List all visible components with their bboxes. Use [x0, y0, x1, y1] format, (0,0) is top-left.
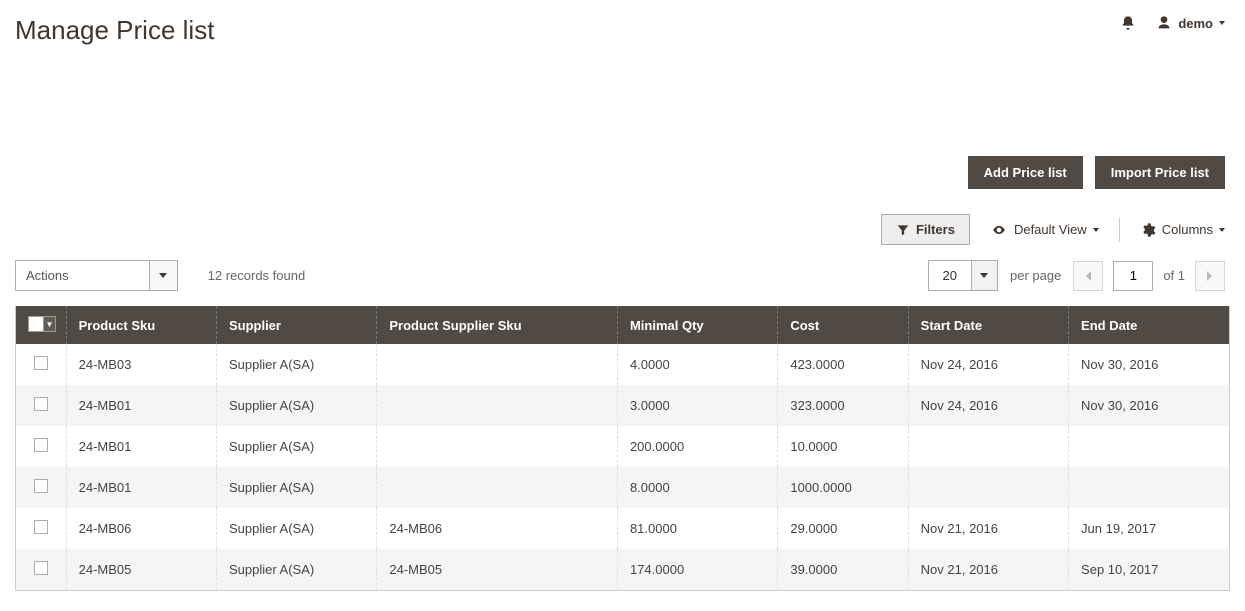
- column-header[interactable]: Start Date: [908, 306, 1068, 344]
- cell-psku: 24-MB05: [377, 549, 618, 590]
- filters-button[interactable]: Filters: [881, 214, 970, 245]
- notification-bell-icon[interactable]: [1120, 15, 1136, 31]
- row-checkbox[interactable]: [16, 426, 66, 467]
- cell-minqty: 4.0000: [617, 344, 777, 385]
- prev-page-button[interactable]: [1073, 261, 1103, 291]
- divider: [1119, 218, 1120, 242]
- next-page-button[interactable]: [1195, 261, 1225, 291]
- row-checkbox[interactable]: [16, 344, 66, 385]
- column-header[interactable]: Product Sku: [66, 306, 216, 344]
- user-icon: [1156, 15, 1172, 31]
- cell-cost: 39.0000: [778, 549, 908, 590]
- cell-cost: 10.0000: [778, 426, 908, 467]
- column-header[interactable]: Product Supplier Sku: [377, 306, 618, 344]
- row-checkbox[interactable]: [16, 385, 66, 426]
- cell-psku: [377, 467, 618, 508]
- cell-supplier: Supplier A(SA): [216, 467, 376, 508]
- funnel-icon: [896, 223, 910, 237]
- column-header[interactable]: Minimal Qty: [617, 306, 777, 344]
- row-checkbox[interactable]: [16, 467, 66, 508]
- chevron-down-icon: [149, 261, 177, 290]
- cell-cost: 323.0000: [778, 385, 908, 426]
- default-view-label: Default View: [1014, 222, 1087, 237]
- mass-actions-dropdown[interactable]: Actions: [15, 260, 178, 291]
- cell-start: Nov 24, 2016: [908, 385, 1068, 426]
- add-price-list-button[interactable]: Add Price list: [968, 156, 1083, 189]
- actions-label: Actions: [16, 261, 149, 290]
- table-row[interactable]: 24-MB06Supplier A(SA)24-MB0681.000029.00…: [16, 508, 1229, 549]
- cell-psku: [377, 385, 618, 426]
- gear-icon: [1140, 222, 1156, 238]
- page-of-label: of 1: [1163, 268, 1185, 283]
- cell-supplier: Supplier A(SA): [216, 426, 376, 467]
- column-header[interactable]: Supplier: [216, 306, 376, 344]
- cell-sku: 24-MB05: [66, 549, 216, 590]
- select-all-header[interactable]: ▼: [16, 306, 66, 344]
- row-checkbox[interactable]: [16, 508, 66, 549]
- page-input[interactable]: [1113, 261, 1153, 291]
- cell-end: Sep 10, 2017: [1069, 549, 1229, 590]
- cell-end: Nov 30, 2016: [1069, 385, 1229, 426]
- price-list-grid: ▼ Product Sku Supplier Product Supplier …: [15, 306, 1230, 591]
- table-row[interactable]: 24-MB03Supplier A(SA) 4.0000423.0000Nov 2…: [16, 344, 1229, 385]
- per-page-dropdown[interactable]: 20: [928, 260, 998, 291]
- cell-sku: 24-MB03: [66, 344, 216, 385]
- cell-psku: [377, 426, 618, 467]
- cell-start: [908, 426, 1068, 467]
- cell-supplier: Supplier A(SA): [216, 549, 376, 590]
- cell-start: Nov 24, 2016: [908, 344, 1068, 385]
- import-price-list-button[interactable]: Import Price list: [1095, 156, 1225, 189]
- cell-minqty: 174.0000: [617, 549, 777, 590]
- cell-supplier: Supplier A(SA): [216, 385, 376, 426]
- cell-minqty: 3.0000: [617, 385, 777, 426]
- table-row[interactable]: 24-MB01Supplier A(SA) 8.00001000.0000: [16, 467, 1229, 508]
- table-row[interactable]: 24-MB05Supplier A(SA)24-MB05174.000039.0…: [16, 549, 1229, 590]
- chevron-down-icon: [1093, 228, 1099, 232]
- cell-cost: 29.0000: [778, 508, 908, 549]
- cell-end: [1069, 426, 1229, 467]
- column-header[interactable]: Cost: [778, 306, 908, 344]
- columns-label: Columns: [1162, 222, 1213, 237]
- row-checkbox[interactable]: [16, 549, 66, 590]
- table-row[interactable]: 24-MB01Supplier A(SA) 3.0000323.0000Nov 2…: [16, 385, 1229, 426]
- column-header[interactable]: End Date: [1069, 306, 1229, 344]
- cell-minqty: 8.0000: [617, 467, 777, 508]
- default-view-dropdown[interactable]: Default View: [990, 222, 1099, 237]
- cell-supplier: Supplier A(SA): [216, 508, 376, 549]
- cell-start: [908, 467, 1068, 508]
- cell-sku: 24-MB01: [66, 426, 216, 467]
- cell-sku: 24-MB01: [66, 467, 216, 508]
- per-page-label: per page: [1010, 268, 1061, 283]
- cell-psku: [377, 344, 618, 385]
- records-found: 12 records found: [208, 268, 306, 283]
- cell-minqty: 81.0000: [617, 508, 777, 549]
- cell-start: Nov 21, 2016: [908, 508, 1068, 549]
- user-menu[interactable]: demo: [1156, 15, 1225, 31]
- cell-cost: 1000.0000: [778, 467, 908, 508]
- cell-minqty: 200.0000: [617, 426, 777, 467]
- cell-end: Jun 19, 2017: [1069, 508, 1229, 549]
- eye-icon: [990, 223, 1008, 237]
- table-row[interactable]: 24-MB01Supplier A(SA) 200.000010.0000: [16, 426, 1229, 467]
- cell-end: [1069, 467, 1229, 508]
- filters-label: Filters: [916, 222, 955, 237]
- columns-dropdown[interactable]: Columns: [1140, 222, 1225, 238]
- cell-start: Nov 21, 2016: [908, 549, 1068, 590]
- chevron-down-icon: [1219, 228, 1225, 232]
- chevron-down-icon: [1219, 21, 1225, 25]
- cell-cost: 423.0000: [778, 344, 908, 385]
- cell-sku: 24-MB06: [66, 508, 216, 549]
- page-title: Manage Price list: [15, 15, 214, 46]
- cell-supplier: Supplier A(SA): [216, 344, 376, 385]
- cell-sku: 24-MB01: [66, 385, 216, 426]
- chevron-down-icon: [971, 261, 997, 290]
- cell-end: Nov 30, 2016: [1069, 344, 1229, 385]
- cell-psku: 24-MB06: [377, 508, 618, 549]
- per-page-value: 20: [929, 261, 971, 290]
- user-name: demo: [1178, 16, 1213, 31]
